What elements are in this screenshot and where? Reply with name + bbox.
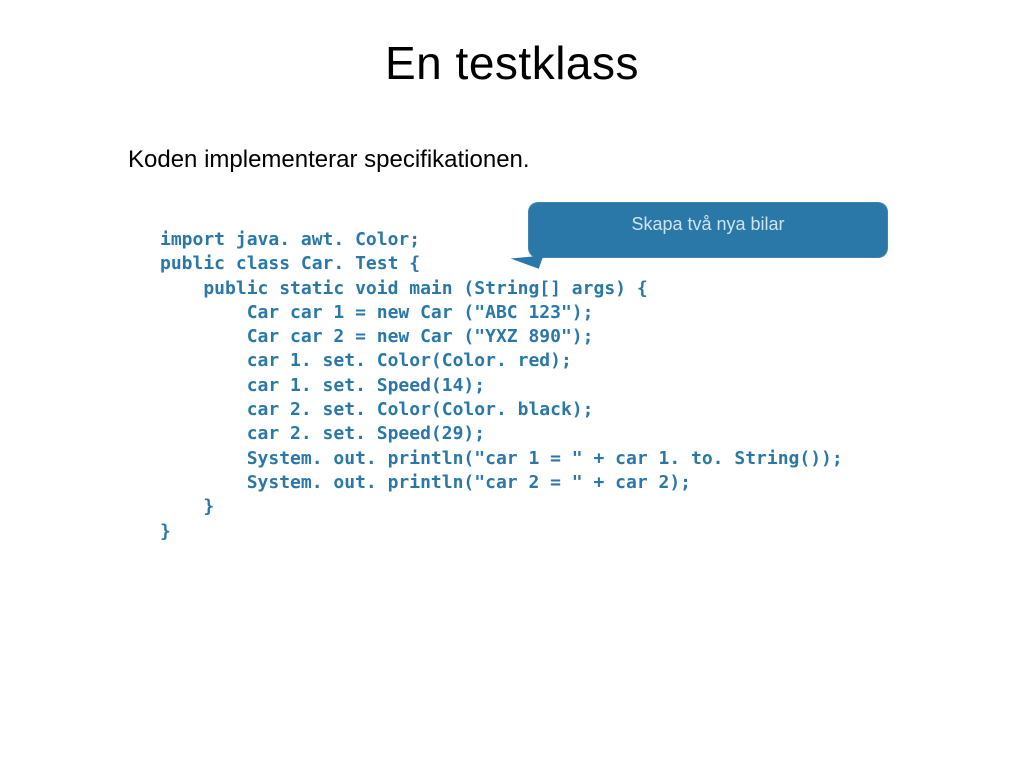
slide-title: En testklass bbox=[0, 36, 1024, 90]
code-content: import java. awt. Color; public class Ca… bbox=[160, 228, 920, 544]
code-block: import java. awt. Color; public class Ca… bbox=[160, 228, 920, 544]
slide-subtitle: Koden implementerar specifikationen. bbox=[128, 146, 530, 174]
slide: En testklass Koden implementerar specifi… bbox=[0, 0, 1024, 768]
